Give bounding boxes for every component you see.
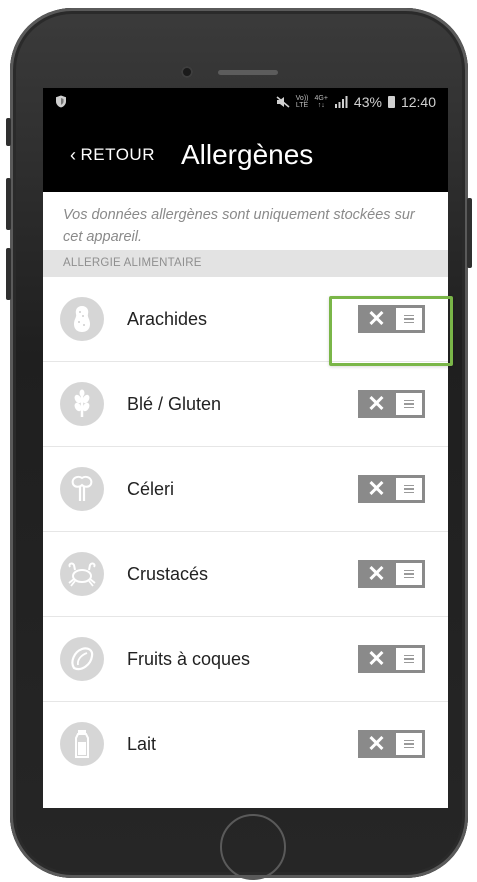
mute-icon bbox=[276, 96, 290, 108]
allergen-row: Fruits à coques ✕ bbox=[43, 617, 448, 702]
battery-percent: 43% bbox=[353, 94, 382, 110]
volume-up-button bbox=[6, 178, 11, 230]
allergen-settings: Vos données allergènes sont uniquement s… bbox=[43, 192, 448, 808]
back-label: RETOUR bbox=[80, 145, 155, 164]
allergen-row: Céleri ✕ bbox=[43, 447, 448, 532]
page-title: Allergènes bbox=[180, 139, 314, 170]
allergen-row: Blé / Gluten ✕ bbox=[43, 362, 448, 447]
screen: Vo)) LTE 4G+ ↑↓ 43% 12:40 ‹ RETOUR Aller… bbox=[43, 88, 448, 808]
close-icon: ✕ bbox=[367, 646, 386, 671]
mute-switch bbox=[6, 118, 11, 146]
allergen-toggle[interactable]: ✕ bbox=[358, 730, 425, 758]
toggle-knob bbox=[396, 563, 422, 585]
allergen-label: Céleri bbox=[127, 478, 175, 499]
close-icon: ✕ bbox=[367, 476, 386, 501]
toggle-knob bbox=[396, 733, 422, 755]
back-button[interactable]: ‹ RETOUR bbox=[70, 145, 155, 166]
allergen-toggle[interactable]: ✕ bbox=[358, 645, 425, 673]
allergen-label: Arachides bbox=[127, 308, 208, 329]
allergen-row: Crustacés ✕ bbox=[43, 532, 448, 617]
crab-icon bbox=[60, 552, 104, 596]
battery-icon bbox=[387, 96, 395, 108]
allergen-label: Crustacés bbox=[127, 563, 209, 584]
milk-bottle-icon bbox=[60, 722, 104, 766]
network-type-indicator: 4G+ ↑↓ bbox=[314, 95, 328, 109]
nut-icon bbox=[60, 637, 104, 681]
toggle-knob bbox=[396, 648, 422, 670]
allergen-label: Fruits à coques bbox=[127, 648, 251, 669]
celery-icon bbox=[60, 467, 104, 511]
shield-icon bbox=[56, 95, 66, 108]
power-button bbox=[467, 198, 472, 268]
front-camera bbox=[181, 66, 193, 78]
section-header: ALLERGIE ALIMENTAIRE bbox=[43, 250, 448, 277]
volte-indicator: Vo)) LTE bbox=[295, 95, 309, 109]
clock: 12:40 bbox=[400, 94, 436, 110]
close-icon: ✕ bbox=[367, 731, 386, 756]
allergen-toggle[interactable]: ✕ bbox=[358, 560, 425, 588]
app-header: ‹ RETOUR Allergènes bbox=[43, 118, 448, 192]
highlight-box bbox=[329, 296, 453, 366]
status-bar: Vo)) LTE 4G+ ↑↓ 43% 12:40 bbox=[43, 88, 448, 118]
volume-down-button bbox=[6, 248, 11, 300]
peanut-icon bbox=[60, 297, 104, 341]
close-icon: ✕ bbox=[367, 391, 386, 416]
toggle-knob bbox=[396, 478, 422, 500]
wheat-icon bbox=[60, 382, 104, 426]
allergen-toggle[interactable]: ✕ bbox=[358, 390, 425, 418]
close-icon: ✕ bbox=[367, 561, 386, 586]
allergen-toggle[interactable]: ✕ bbox=[358, 475, 425, 503]
allergen-row: Lait ✕ bbox=[43, 702, 448, 787]
home-button[interactable] bbox=[220, 814, 286, 880]
allergen-label: Lait bbox=[127, 734, 157, 754]
toggle-knob bbox=[396, 393, 422, 415]
signal-icon bbox=[334, 96, 348, 108]
earpiece-speaker bbox=[218, 70, 278, 75]
chevron-left-icon: ‹ bbox=[70, 144, 77, 165]
intro-text: Vos données allergènes sont uniquement s… bbox=[63, 207, 415, 245]
allergen-label: Blé / Gluten bbox=[127, 393, 222, 414]
